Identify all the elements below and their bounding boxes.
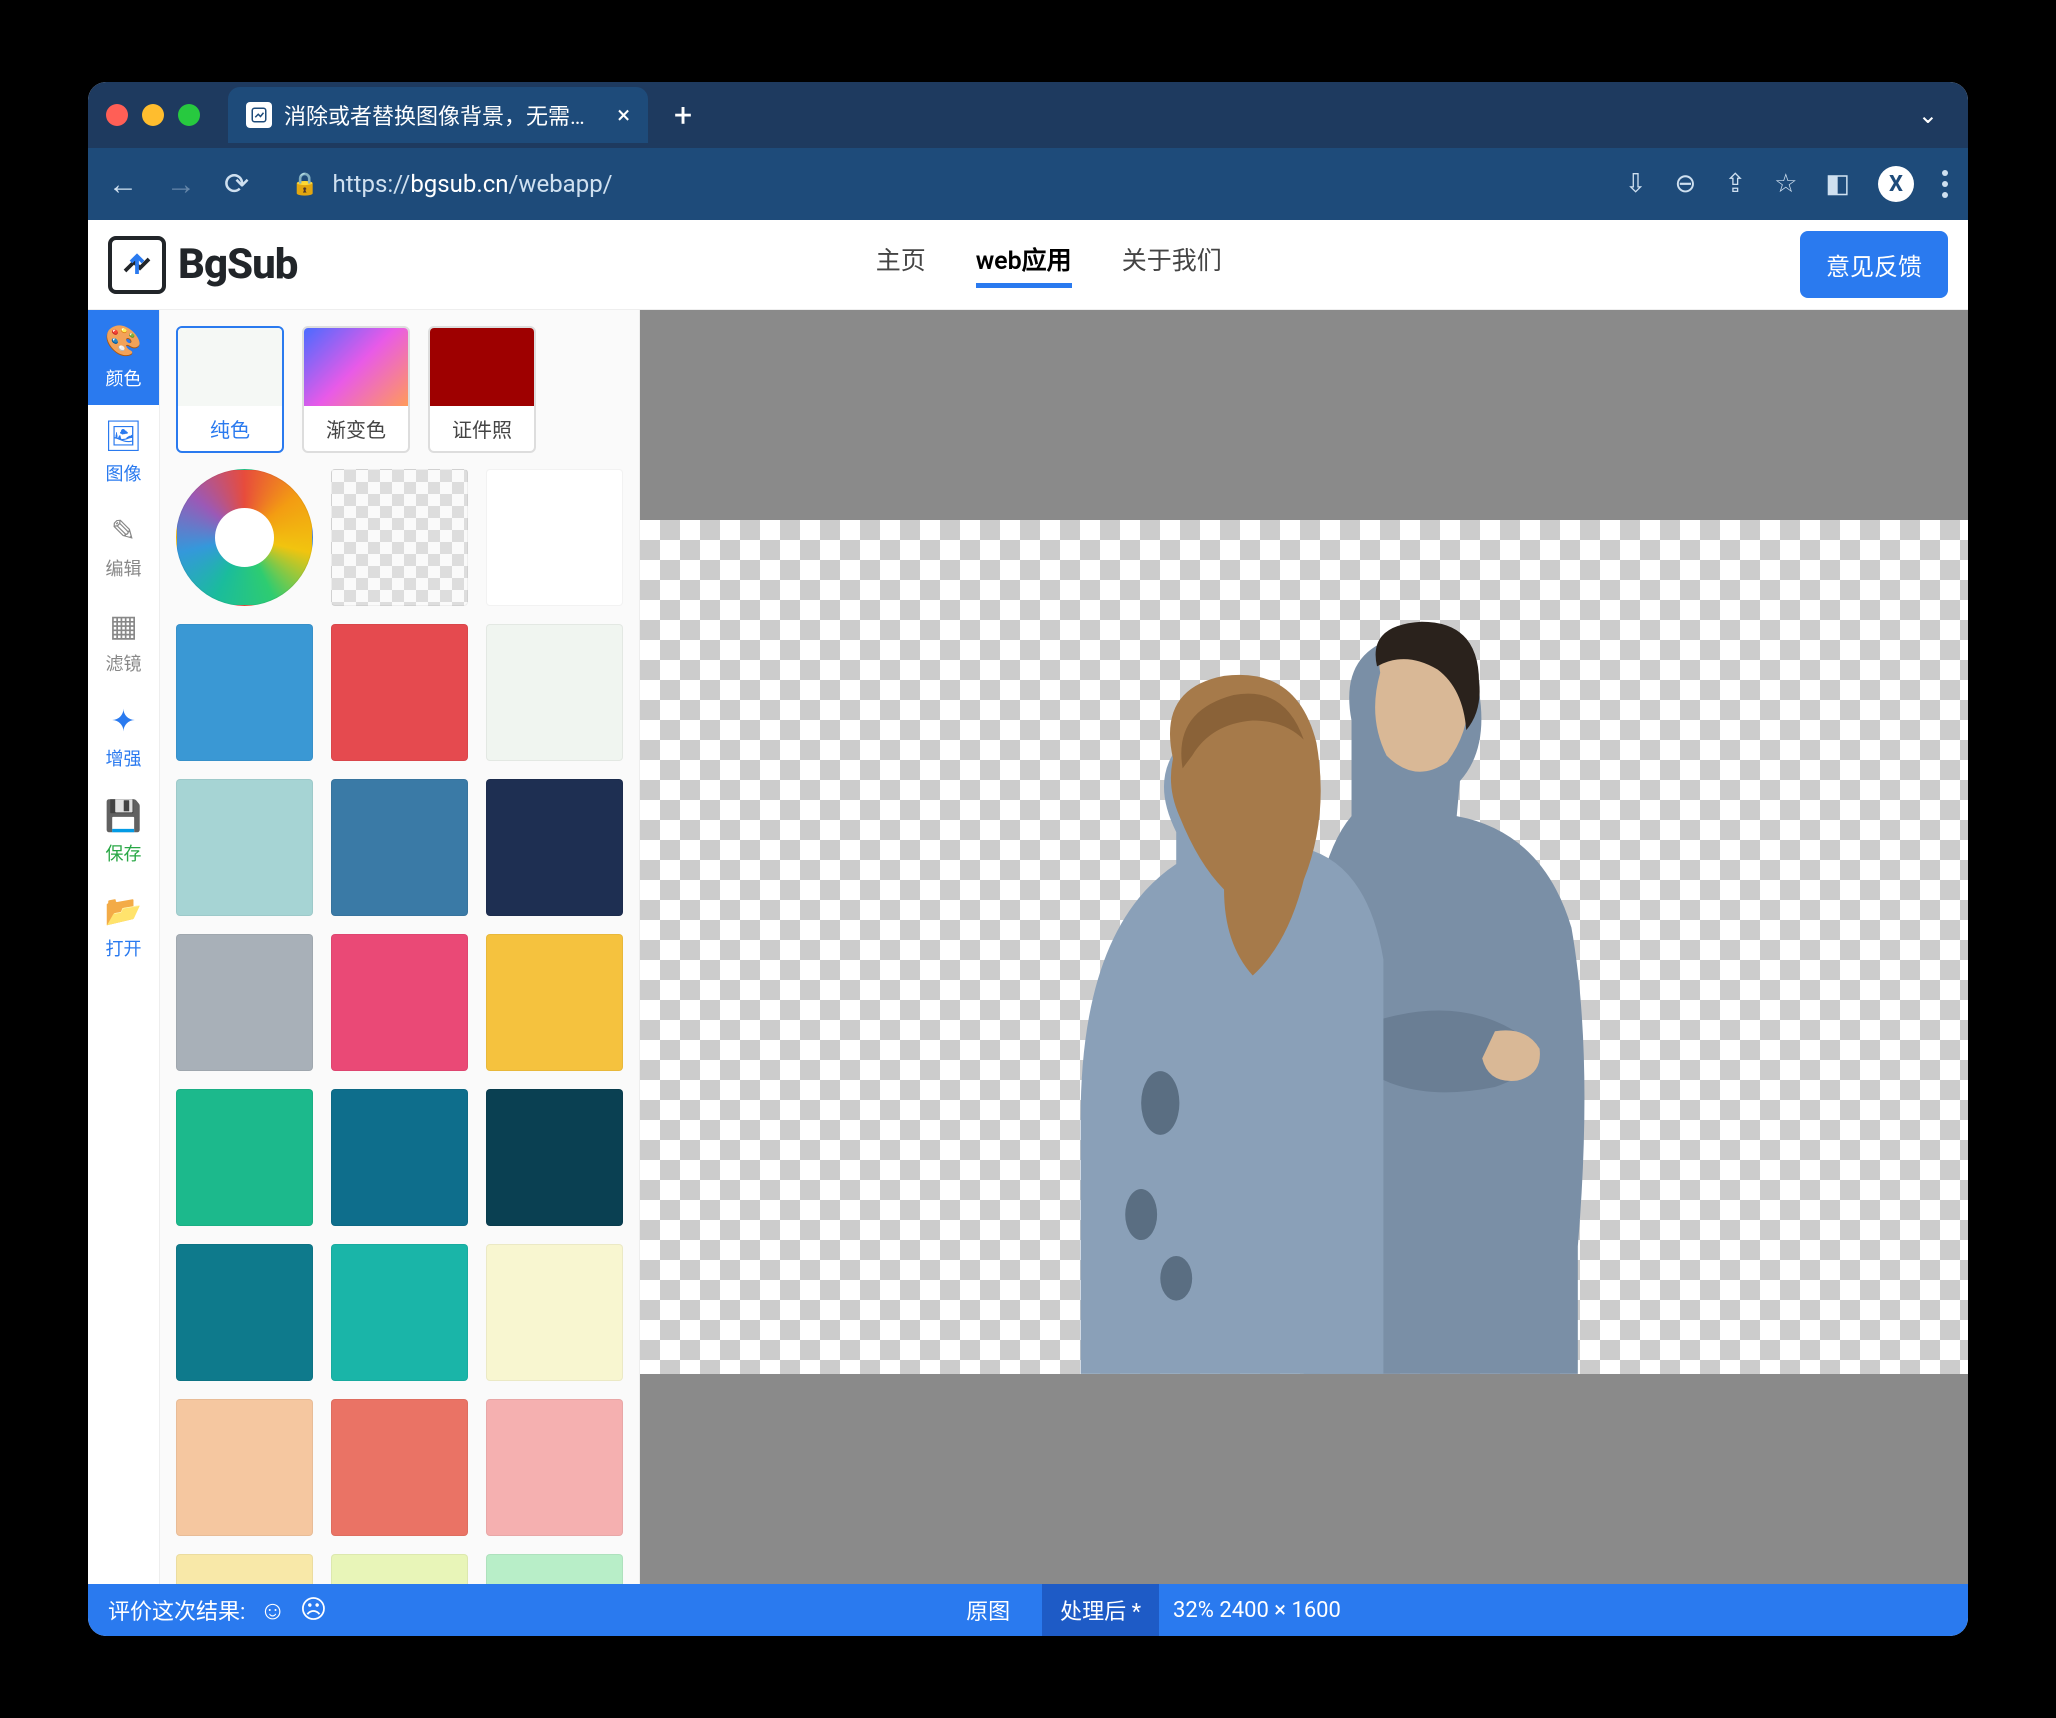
tab-gradient-color[interactable]: 渐变色 — [302, 326, 410, 453]
tabs-dropdown-icon[interactable]: ⌄ — [1906, 101, 1950, 129]
feedback-button[interactable]: 意见反馈 — [1800, 231, 1948, 298]
id-preview — [430, 328, 534, 406]
app-body: 🎨 颜色 🖼 图像 ✎ 编辑 ▦ 滤镜 ✦ 增强 💾 保存 — [88, 310, 1968, 1584]
sidepanel-icon[interactable]: ◧ — [1825, 169, 1850, 199]
color-swatch[interactable] — [176, 1244, 313, 1381]
color-picker-wheel[interactable] — [176, 469, 313, 606]
browser-toolbar: ← → ⟳ 🔒 https://bgsub.cn/webapp/ ⇩ ⊖ ⇪ ☆… — [88, 148, 1968, 220]
color-swatch[interactable] — [486, 624, 623, 761]
back-button[interactable]: ← — [108, 167, 138, 202]
sparkle-icon: ✦ — [111, 704, 136, 739]
reload-button[interactable]: ⟳ — [224, 167, 249, 202]
image-icon: 🖼 — [104, 419, 142, 454]
color-swatch[interactable] — [331, 934, 468, 1071]
color-swatch[interactable] — [176, 779, 313, 916]
tab-solid-color[interactable]: 纯色 — [176, 326, 284, 453]
tool-open[interactable]: 📂 打开 — [88, 880, 159, 975]
download-icon[interactable]: ⇩ — [1625, 169, 1647, 199]
tool-filter[interactable]: ▦ 滤镜 — [88, 595, 159, 690]
color-swatch[interactable] — [486, 1399, 623, 1536]
bookmark-icon[interactable]: ☆ — [1774, 169, 1797, 199]
save-icon: 💾 — [105, 799, 142, 834]
gradient-preview — [304, 328, 408, 406]
color-swatch[interactable] — [331, 1244, 468, 1381]
color-swatch[interactable] — [176, 624, 313, 761]
swatch-grid — [176, 469, 623, 606]
side-toolbar: 🎨 颜色 🖼 图像 ✎ 编辑 ▦ 滤镜 ✦ 增强 💾 保存 — [88, 310, 160, 1584]
canvas-area — [640, 310, 1968, 1584]
close-window-button[interactable] — [106, 104, 128, 126]
rate-sad-icon[interactable]: ☹ — [300, 1595, 327, 1625]
profile-avatar[interactable]: X — [1878, 166, 1914, 202]
traffic-lights — [106, 104, 200, 126]
color-type-tabs: 纯色 渐变色 证件照 — [176, 326, 623, 453]
color-swatch[interactable] — [176, 1554, 313, 1584]
tab-id-photo[interactable]: 证件照 — [428, 326, 536, 453]
color-panel: 纯色 渐变色 证件照 — [160, 310, 640, 1584]
palette-icon: 🎨 — [105, 324, 142, 359]
color-swatch[interactable] — [176, 1089, 313, 1226]
view-original-tab[interactable]: 原图 — [948, 1584, 1028, 1636]
folder-open-icon: 📂 — [105, 894, 142, 929]
solid-preview — [178, 328, 282, 406]
color-swatch[interactable] — [486, 779, 623, 916]
tool-save[interactable]: 💾 保存 — [88, 785, 159, 880]
browser-tab[interactable]: 消除或者替换图像背景，无需上传 × — [228, 87, 648, 143]
swatch-grid-colors — [176, 624, 623, 1584]
tool-edit[interactable]: ✎ 编辑 — [88, 500, 159, 595]
tool-color[interactable]: 🎨 颜色 — [88, 310, 159, 405]
color-swatch[interactable] — [486, 1244, 623, 1381]
tool-enhance[interactable]: ✦ 增强 — [88, 690, 159, 785]
logo[interactable]: BgSub — [108, 236, 297, 294]
swatch-transparent[interactable] — [331, 469, 468, 606]
logo-text: BgSub — [178, 240, 297, 289]
nav-home[interactable]: 主页 — [876, 241, 926, 288]
app-nav: 主页 web应用 关于我们 — [297, 241, 1800, 288]
logo-icon — [108, 236, 166, 294]
color-swatch[interactable] — [176, 934, 313, 1071]
favicon-icon — [246, 102, 272, 128]
color-swatch[interactable] — [331, 624, 468, 761]
color-swatch[interactable] — [486, 934, 623, 1071]
lock-icon: 🔒 — [291, 172, 318, 197]
tool-image[interactable]: 🖼 图像 — [88, 405, 159, 500]
tab-title: 消除或者替换图像背景，无需上传 — [284, 99, 605, 131]
rate-label: 评价这次结果: — [108, 1594, 245, 1626]
nav-about[interactable]: 关于我们 — [1122, 241, 1222, 288]
share-icon[interactable]: ⇪ — [1724, 169, 1746, 199]
color-swatch[interactable] — [331, 1554, 468, 1584]
status-bar: 评价这次结果: ☺ ☹ 原图 处理后 * 32% 2400 × 1600 — [88, 1584, 1968, 1636]
browser-window: 消除或者替换图像背景，无需上传 × + ⌄ ← → ⟳ 🔒 https://bg… — [88, 82, 1968, 1636]
subject-image — [985, 563, 1622, 1374]
view-processed-tab[interactable]: 处理后 * — [1042, 1584, 1159, 1636]
close-tab-icon[interactable]: × — [617, 101, 630, 129]
titlebar: 消除或者替换图像背景，无需上传 × + ⌄ — [88, 82, 1968, 148]
maximize-window-button[interactable] — [178, 104, 200, 126]
forward-button[interactable]: → — [166, 167, 196, 202]
pencil-icon: ✎ — [111, 514, 136, 549]
color-swatch[interactable] — [331, 779, 468, 916]
url-bar[interactable]: 🔒 https://bgsub.cn/webapp/ — [277, 170, 1597, 198]
color-swatch[interactable] — [486, 1089, 623, 1226]
color-swatch[interactable] — [486, 1554, 623, 1584]
color-swatch[interactable] — [331, 1399, 468, 1536]
canvas-checker[interactable] — [640, 520, 1968, 1374]
color-swatch[interactable] — [331, 1089, 468, 1226]
app-header: BgSub 主页 web应用 关于我们 意见反馈 — [88, 220, 1968, 310]
zoom-info: 32% 2400 × 1600 — [1173, 1598, 1341, 1623]
nav-webapp[interactable]: web应用 — [976, 241, 1072, 288]
rate-happy-icon[interactable]: ☺ — [259, 1595, 286, 1626]
filter-icon: ▦ — [109, 609, 137, 644]
menu-icon[interactable] — [1942, 170, 1948, 198]
zoom-out-icon[interactable]: ⊖ — [1675, 169, 1697, 199]
swatch-white[interactable] — [486, 469, 623, 606]
minimize-window-button[interactable] — [142, 104, 164, 126]
url-text: https://bgsub.cn/webapp/ — [333, 170, 613, 198]
new-tab-button[interactable]: + — [658, 96, 708, 134]
color-swatch[interactable] — [176, 1399, 313, 1536]
